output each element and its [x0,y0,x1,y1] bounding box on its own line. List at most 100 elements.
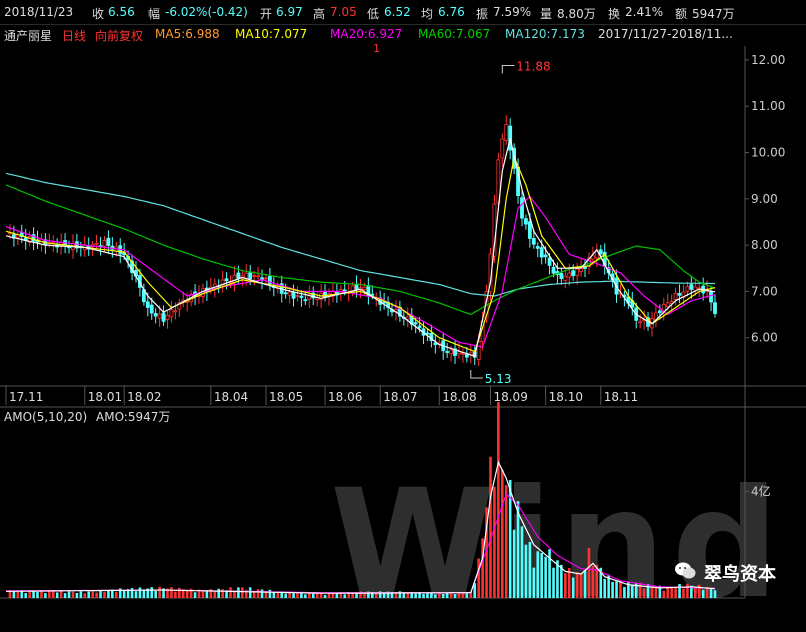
volume-bar [713,590,717,598]
volume-bar [51,591,55,598]
volume-bar [79,591,83,598]
volume-bar [445,593,449,598]
volume-bar [650,587,654,598]
kline-chart[interactable]: 6.00 7.00 8.00 9.00 10.00 11.00 12.00 17.11 18.0… [0,0,806,606]
volume-bar [229,587,232,598]
candle-body [169,309,174,318]
candle-body [547,257,552,266]
volume-bar [579,573,583,598]
volume-bar [32,591,35,598]
candle-body [106,237,111,246]
candle-body [559,272,564,279]
candle-body [303,299,308,302]
candle-body [342,289,347,292]
volume-bar [36,591,39,598]
candle-body [244,272,249,279]
volume-bar [335,593,339,598]
volume-bar [501,469,504,598]
volume-bar [44,593,47,598]
volume-bar [564,573,567,598]
price-tick-label: 8.00 [751,238,778,252]
candle-body [673,292,678,300]
candle-body [445,351,450,353]
volume-bar [682,588,685,598]
volume-bar [12,591,16,598]
volume-bar [16,591,20,598]
volume-bar [114,591,118,598]
volume-bar [260,589,264,598]
x-tick-label: 17.11 [9,390,43,404]
candle-body [287,291,292,296]
candle-body [370,293,375,296]
high-annotation: 11.88 [516,59,550,73]
candle-body [252,275,257,277]
candle-body [504,124,509,141]
low-pointer [470,369,483,379]
candle-body [449,349,453,355]
volume-bar [575,572,579,598]
wechat-icon [675,562,696,579]
volume-bar [520,526,524,598]
candle-body [638,321,643,324]
volume-bar [150,587,154,598]
candle-body [405,316,410,320]
candle-body [362,286,367,290]
volume-bar [138,587,142,598]
x-tick-label: 18.05 [269,390,303,404]
candle-body [153,313,158,317]
volume-bar [217,588,220,598]
volume-bar [434,594,437,598]
volume-bar [489,456,492,598]
volume-bar [59,590,63,598]
volume-bar [75,592,79,598]
volume-bar [686,583,689,598]
volume-bar [461,593,465,598]
volume-bar [343,594,347,598]
volume-tick-label: 4亿 [751,484,771,499]
candle-body [571,270,576,276]
candle-body [598,249,603,255]
candle-body [543,254,548,258]
volume-bar [402,593,406,598]
volume-bar [304,594,307,598]
volume-bar [540,552,543,598]
price-tick-label: 12.00 [751,53,785,67]
volume-bar [63,593,67,598]
candle-body [539,247,544,258]
candle-body [464,354,469,358]
volume-bar [674,587,677,598]
x-tick-label: 18.08 [442,390,476,404]
volume-bar [83,593,87,598]
candle-body [520,197,524,219]
candle-body [551,266,556,274]
volume-bar [642,588,646,598]
amo-value: AMO:5947万 [96,410,170,424]
candle-body [413,322,418,325]
x-tick-label: 18.09 [493,390,527,404]
x-tick-label: 18.01 [88,390,122,404]
volume-bar [441,594,445,598]
volume-bar [158,586,161,598]
volume-bar [256,589,260,598]
x-tick-label: 18.10 [549,390,583,404]
candle-body [508,125,513,151]
volume-bar [662,590,666,598]
candle-body [524,218,528,225]
volume-bar [638,582,642,598]
volume-bar [272,592,276,598]
candle-body [563,275,568,281]
volume-bar [678,584,681,598]
volume-bar [331,593,335,598]
candle-body [291,291,296,299]
volume-ma5-line [6,460,716,594]
candle-body [425,332,430,335]
volume-bar [666,586,670,598]
candle-body [583,266,587,269]
candle-body [535,246,540,249]
volume-bar [319,593,323,598]
volume-bar [193,592,197,598]
x-tick-label: 18.02 [127,390,161,404]
volume-bar [174,591,177,598]
volume-bar [107,590,110,598]
volume-bar [154,590,157,598]
